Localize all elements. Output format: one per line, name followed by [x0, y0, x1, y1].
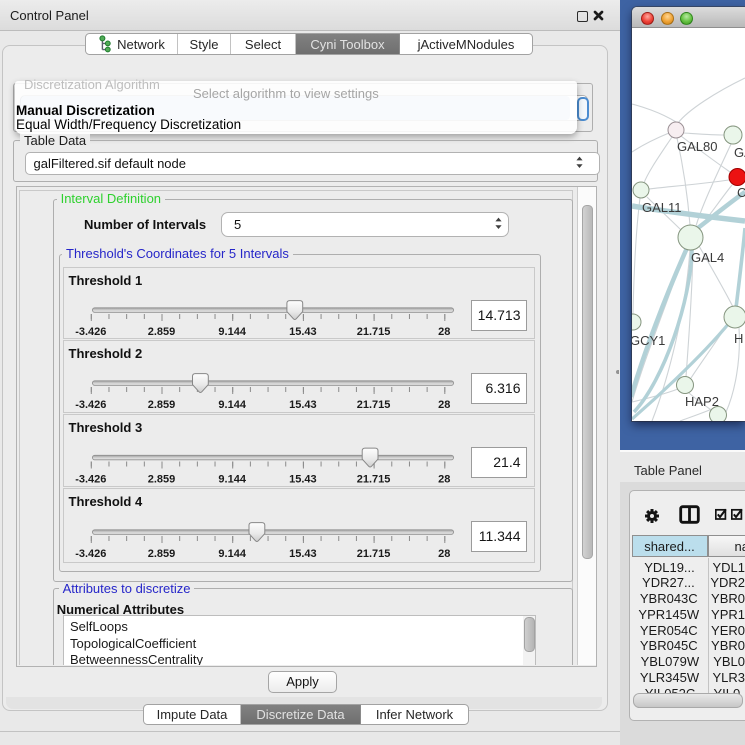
svg-text:H: H [734, 331, 743, 346]
svg-text:15.43: 15.43 [289, 326, 317, 338]
svg-text:21.715: 21.715 [356, 474, 390, 486]
svg-text:15.43: 15.43 [289, 399, 317, 411]
svg-text:15.43: 15.43 [289, 548, 317, 560]
svg-text:GAL4: GAL4 [691, 250, 724, 265]
svg-text:2.859: 2.859 [147, 474, 175, 486]
svg-text:-3.426: -3.426 [75, 474, 106, 486]
svg-text:2.859: 2.859 [147, 548, 175, 560]
svg-text:9.144: 9.144 [218, 474, 246, 486]
svg-text:28: 28 [438, 399, 450, 411]
svg-text:2.859: 2.859 [147, 326, 175, 338]
svg-text:28: 28 [438, 326, 450, 338]
svg-text:9.144: 9.144 [218, 548, 246, 560]
svg-text:21.715: 21.715 [356, 399, 390, 411]
svg-text:21.715: 21.715 [356, 548, 390, 560]
svg-text:GCY1: GCY1 [632, 333, 665, 348]
svg-text:2.859: 2.859 [147, 399, 175, 411]
svg-text:GA: GA [734, 145, 745, 160]
svg-text:GAL11: GAL11 [642, 200, 682, 215]
svg-text:28: 28 [438, 474, 450, 486]
svg-text:HAP2: HAP2 [685, 394, 719, 409]
svg-text:-3.426: -3.426 [75, 548, 106, 560]
svg-text:C: C [737, 185, 745, 200]
svg-text:21.715: 21.715 [356, 326, 390, 338]
svg-text:15.43: 15.43 [289, 474, 317, 486]
svg-text:-3.426: -3.426 [75, 399, 106, 411]
svg-text:9.144: 9.144 [218, 399, 246, 411]
svg-text:28: 28 [438, 548, 450, 560]
svg-text:-3.426: -3.426 [75, 326, 106, 338]
svg-text:GAL80: GAL80 [677, 139, 717, 154]
svg-text:9.144: 9.144 [218, 326, 246, 338]
